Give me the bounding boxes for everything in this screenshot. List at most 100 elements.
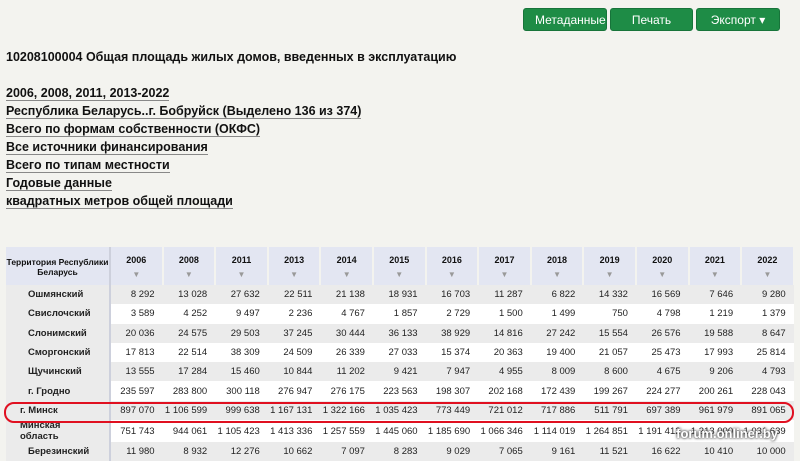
filter-years-link[interactable]: 2006, 2008, 2011, 2013-2022	[6, 86, 170, 101]
table-cell: 999 638	[215, 400, 268, 421]
table-cell: 1 114 019	[530, 420, 584, 443]
table-cell: 511 791	[583, 400, 636, 421]
territory-header[interactable]: Территория Республики Беларусь	[6, 247, 111, 285]
table-cell: 1 167 131	[267, 400, 321, 421]
year-header-2006[interactable]: 2006 ▼	[110, 247, 164, 285]
filter-icon[interactable]: ▼	[742, 270, 793, 279]
filter-icon[interactable]: ▼	[111, 270, 162, 279]
metadata-button[interactable]: Метаданные	[523, 8, 607, 31]
year-header-2018[interactable]: 2018 ▼	[530, 247, 585, 285]
table-cell: 1 499	[530, 304, 584, 324]
table-cell: 15 374	[425, 342, 479, 363]
table-cell: 14 332	[583, 285, 636, 305]
table-cell: 944 061	[162, 420, 216, 443]
year-header-2021[interactable]: 2021 ▼	[688, 247, 743, 285]
year-header-2016[interactable]: 2016 ▼	[425, 247, 480, 285]
year-header-2020[interactable]: 2020 ▼	[635, 247, 690, 285]
year-label: 2016	[441, 255, 462, 265]
table-row: Ошмянский 8 292 13 028 27 632 22 511 21 138 18…	[6, 285, 794, 305]
filter-icon[interactable]: ▼	[690, 270, 741, 279]
table-cell: 11 521	[583, 442, 636, 461]
filter-ownership-link[interactable]: Всего по формам собственности (ОКФС)	[6, 122, 261, 137]
table-cell: 11 202	[320, 362, 373, 382]
filter-icon[interactable]: ▼	[269, 270, 320, 279]
table-cell: 1 322 166	[320, 400, 373, 421]
filter-territory-link[interactable]: Республика Беларусь..г. Бобруйск (Выделе…	[6, 104, 362, 119]
table-cell: 10 410	[688, 442, 742, 461]
filter-financing-link[interactable]: Все источники финансирования	[6, 140, 208, 155]
year-header-2022[interactable]: 2022 ▼	[741, 247, 795, 285]
year-header-2015[interactable]: 2015 ▼	[372, 247, 427, 285]
table-cell: 891 065	[741, 400, 794, 421]
filter-icon[interactable]: ▼	[637, 270, 688, 279]
table-cell: 6 822	[530, 285, 584, 305]
filter-icon[interactable]: ▼	[321, 270, 372, 279]
year-label: 2006	[126, 255, 147, 265]
filter-icon[interactable]: ▼	[216, 270, 267, 279]
table-cell: 26 339	[320, 342, 373, 363]
table-cell: 11 980	[110, 442, 163, 461]
year-label: 2008	[178, 255, 199, 265]
filter-icon[interactable]: ▼	[532, 270, 583, 279]
table-cell: 26 576	[635, 323, 689, 343]
table-cell: 1 185 690	[425, 420, 479, 443]
table-cell: 198 307	[425, 381, 479, 401]
table-cell: 8 647	[741, 323, 794, 343]
year-label: 2017	[494, 255, 515, 265]
table-cell: 9 497	[215, 304, 268, 324]
table-cell: 4 675	[635, 362, 689, 382]
table-cell: 897 070	[110, 400, 163, 421]
table-row: г. Гродно 235 597 283 800 300 118 276 947 276…	[6, 381, 794, 401]
row-territory-name[interactable]: Минская область	[6, 420, 111, 443]
year-header-2019[interactable]: 2019 ▼	[583, 247, 637, 285]
row-territory-name[interactable]: г. Гродно	[6, 381, 111, 401]
row-territory-name[interactable]: Свислочский	[6, 304, 111, 324]
table-cell: 721 012	[478, 400, 531, 421]
year-header-2017[interactable]: 2017 ▼	[478, 247, 532, 285]
row-territory-name[interactable]: Слонимский	[6, 323, 111, 343]
table-cell: 37 245	[267, 323, 321, 343]
table-row: Щучинский 13 555 17 284 15 460 10 844 11 202 9…	[6, 362, 794, 382]
table-cell: 22 511	[267, 285, 321, 305]
row-territory-name[interactable]: г. Минск	[6, 400, 111, 421]
table-row: Березинский 11 980 8 932 12 276 10 662 7 097 8…	[6, 442, 794, 461]
table-cell: 8 932	[162, 442, 216, 461]
row-territory-name[interactable]: Щучинский	[6, 362, 111, 382]
filter-icon[interactable]: ▼	[479, 270, 530, 279]
filter-icon[interactable]: ▼	[427, 270, 478, 279]
table-cell: 1 264 851	[583, 420, 636, 443]
row-territory-name[interactable]: Березинский	[6, 442, 111, 461]
row-territory-name[interactable]: Сморгонский	[6, 342, 111, 363]
year-label: 2022	[757, 255, 778, 265]
year-header-2014[interactable]: 2014 ▼	[320, 247, 374, 285]
export-dropdown-button[interactable]: Экспорт ▾	[696, 8, 780, 31]
filter-icon[interactable]: ▼	[374, 270, 425, 279]
filter-locality-link[interactable]: Всего по типам местности	[6, 158, 170, 173]
year-label: 2015	[389, 255, 410, 265]
table-cell: 14 816	[478, 323, 531, 343]
filter-period-link[interactable]: Годовые данные	[6, 176, 112, 191]
table-cell: 1 066 346	[478, 420, 531, 443]
table-cell: 27 033	[372, 342, 426, 363]
table-cell: 7 646	[688, 285, 742, 305]
table-row: Слонимский 20 036 24 575 29 503 37 245 30 444…	[6, 323, 794, 343]
table-cell: 10 844	[267, 362, 321, 382]
filter-unit-link[interactable]: квадратных метров общей площади	[6, 194, 233, 209]
year-header-2008[interactable]: 2008 ▼	[162, 247, 217, 285]
table-cell: 4 252	[162, 304, 216, 324]
filter-links: 2006, 2008, 2011, 2013-2022 Республика Б…	[6, 86, 362, 212]
print-button[interactable]: Печать	[610, 8, 693, 31]
table-cell: 16 569	[635, 285, 689, 305]
table-cell: 1 219	[688, 304, 742, 324]
table-cell: 27 242	[530, 323, 584, 343]
year-header-2011[interactable]: 2011 ▼	[215, 247, 269, 285]
filter-icon[interactable]: ▼	[584, 270, 635, 279]
filter-icon[interactable]: ▼	[164, 270, 215, 279]
table-cell: 13 555	[110, 362, 163, 382]
year-label: 2018	[547, 255, 568, 265]
table-cell: 228 043	[741, 381, 794, 401]
table-cell: 9 029	[425, 442, 479, 461]
table-cell: 36 133	[372, 323, 426, 343]
row-territory-name[interactable]: Ошмянский	[6, 285, 111, 305]
year-header-2013[interactable]: 2013 ▼	[267, 247, 322, 285]
